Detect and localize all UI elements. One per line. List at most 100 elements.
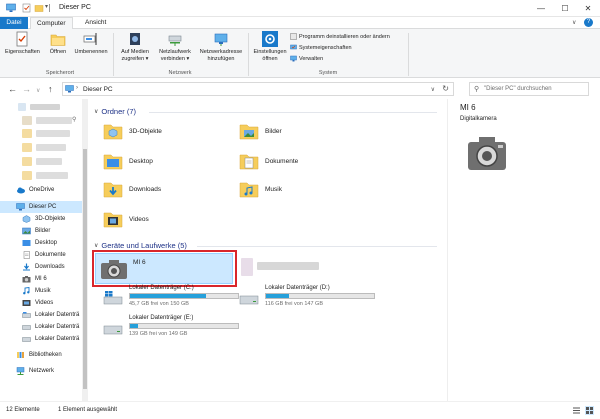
open-button[interactable]: Öffnen — [46, 31, 70, 56]
quick-access-item[interactable] — [36, 144, 66, 151]
maximize-button[interactable]: ☐ — [554, 0, 576, 17]
tab-datei[interactable]: Datei — [0, 17, 28, 29]
folder-label: 3D-Objekte — [129, 127, 162, 135]
drive-name: Lokaler Datenträger (C:) — [129, 285, 194, 291]
details-view-icon[interactable] — [572, 406, 581, 415]
refresh-button[interactable]: ↻ — [442, 84, 449, 93]
sidebar-item-dokumente[interactable]: Dokumente — [0, 249, 82, 261]
properties-button[interactable]: Eigenschaften — [5, 31, 40, 56]
forward-button[interactable]: → — [22, 84, 31, 94]
back-button[interactable]: ← — [8, 84, 17, 94]
tab-ansicht[interactable]: Ansicht — [79, 17, 112, 29]
sidebar-item-musik[interactable]: Musik — [0, 285, 82, 297]
folder-label: Bilder — [265, 127, 282, 135]
ribbon-expand-icon[interactable]: ∨ — [572, 19, 576, 26]
music-icon — [23, 287, 30, 295]
media-access-button[interactable]: Auf Medien zugreifen ▾ — [116, 31, 154, 62]
breadcrumb-chevron-icon[interactable]: › — [76, 85, 78, 91]
pictures-folder-icon — [239, 124, 259, 140]
folders-group-header[interactable]: ∨ Ordner (7) — [94, 107, 136, 116]
windows-drive-icon — [103, 291, 123, 305]
sidebar-item-drive-d[interactable]: Lokaler Datenträ — [0, 321, 82, 333]
map-network-drive-button[interactable]: Netzlaufwerk verbinden ▾ — [155, 31, 195, 62]
devices-group-title: Geräte und Laufwerke (5) — [101, 241, 187, 250]
help-icon[interactable]: ? — [584, 18, 593, 27]
folder-musik[interactable]: Musik — [239, 179, 369, 199]
quick-access-item[interactable] — [30, 104, 60, 110]
sidebar-item-mi6[interactable]: MI 6 — [0, 273, 82, 285]
camera-icon — [22, 276, 31, 283]
cloud-icon — [17, 187, 25, 194]
uninstall-program-link[interactable]: Programm deinstallieren oder ändern — [290, 33, 390, 40]
location-group-label: Speicherort — [45, 70, 75, 76]
sidebar-item-desktop[interactable]: Desktop — [0, 237, 82, 249]
folder-downloads[interactable]: Downloads — [103, 179, 233, 199]
computer-icon — [16, 203, 25, 211]
device-label-blurred[interactable] — [257, 262, 319, 270]
quick-access-icon[interactable] — [22, 116, 32, 125]
add-network-location-button[interactable]: Netzwerkadresse hinzufügen — [196, 31, 246, 62]
manage-link[interactable]: Verwalten — [290, 55, 323, 62]
quick-access-icon[interactable] — [22, 157, 32, 166]
quick-access-dropdown-icon[interactable]: ▾ — [45, 3, 48, 10]
rename-button[interactable]: Umbenennen — [73, 31, 109, 56]
sidebar-item-3d-objekte[interactable]: 3D-Objekte — [0, 213, 82, 225]
address-dropdown-icon[interactable]: ∨ — [431, 86, 435, 93]
collapse-chevron-icon[interactable]: ∨ — [94, 108, 98, 115]
drive-c[interactable]: Lokaler Datenträger (C:) 45,7 GB frei vo… — [103, 285, 243, 313]
breadcrumb[interactable]: Dieser PC — [83, 86, 113, 93]
quick-access-item[interactable] — [36, 130, 70, 137]
minimize-button[interactable]: — — [530, 0, 552, 17]
sidebar-item-bibliotheken[interactable]: Bibliotheken — [0, 349, 82, 361]
system-properties-link[interactable]: Systemeigenschaften — [290, 44, 352, 51]
sidebar-item-bilder[interactable]: Bilder — [0, 225, 82, 237]
media-access-label-2: zugreifen ▾ — [121, 55, 149, 62]
item-count: 12 Elemente — [6, 407, 40, 413]
desktop-icon — [22, 240, 31, 246]
sidebar-item-netzwerk[interactable]: Netzwerk — [0, 365, 82, 377]
sidebar-item-label: Downloads — [35, 264, 65, 270]
folder-videos[interactable]: Videos — [103, 209, 233, 229]
scrollbar-thumb[interactable] — [83, 149, 87, 389]
open-settings-button[interactable]: Einstellungen öffnen — [252, 31, 288, 62]
quick-access-item[interactable] — [36, 172, 68, 179]
drive-d[interactable]: Lokaler Datenträger (D:) 116 GB frei von… — [239, 285, 379, 313]
quick-access-item[interactable] — [36, 158, 62, 165]
drive-icon — [22, 325, 31, 330]
quick-access-item[interactable] — [36, 117, 72, 124]
drive-e[interactable]: Lokaler Datenträger (E:) 139 GB frei von… — [103, 315, 243, 343]
sidebar-item-dieser-pc[interactable]: Dieser PC — [0, 201, 82, 213]
settings-gear-icon — [262, 31, 278, 47]
pin-icon[interactable]: ⚲ — [72, 116, 76, 123]
device-icon[interactable] — [241, 258, 253, 276]
recent-locations-button[interactable]: ∨ — [36, 86, 40, 96]
sidebar-item-onedrive[interactable]: OneDrive — [0, 184, 82, 196]
new-folder-quick-icon[interactable] — [34, 3, 44, 13]
title-separator — [49, 4, 50, 12]
address-bar[interactable]: › Dieser PC ∨ ↻ — [62, 82, 454, 96]
devices-group-header[interactable]: ∨ Geräte und Laufwerke (5) — [94, 241, 187, 250]
collapse-chevron-icon[interactable]: ∨ — [94, 242, 98, 249]
folder-bilder[interactable]: Bilder — [239, 121, 369, 141]
properties-icon — [16, 31, 28, 47]
folder-desktop[interactable]: Desktop — [103, 151, 233, 171]
network-location-icon — [214, 33, 228, 46]
folder-dokumente[interactable]: Dokumente — [239, 151, 369, 171]
sidebar-item-downloads[interactable]: Downloads — [0, 261, 82, 273]
search-input[interactable]: "Dieser PC" durchsuchen — [484, 86, 552, 92]
navigation-scrollbar[interactable] — [82, 99, 88, 401]
quick-access-icon[interactable] — [18, 103, 26, 111]
up-button[interactable]: ↑ — [48, 84, 53, 94]
sidebar-item-videos[interactable]: Videos — [0, 297, 82, 309]
quick-access-icon[interactable] — [22, 129, 32, 138]
search-box[interactable]: ⚲ "Dieser PC" durchsuchen — [469, 82, 589, 96]
properties-quick-icon[interactable] — [22, 3, 32, 13]
quick-access-icon[interactable] — [22, 171, 32, 180]
computer-icon[interactable] — [6, 3, 16, 13]
folder-3d-objekte[interactable]: 3D-Objekte — [103, 121, 233, 141]
large-icons-view-icon[interactable] — [585, 406, 594, 415]
close-button[interactable]: ✕ — [577, 0, 599, 17]
quick-access-icon[interactable] — [22, 143, 32, 152]
sidebar-item-drive-e[interactable]: Lokaler Datenträ — [0, 333, 82, 345]
sidebar-item-drive-c[interactable]: Lokaler Datenträ — [0, 309, 82, 321]
